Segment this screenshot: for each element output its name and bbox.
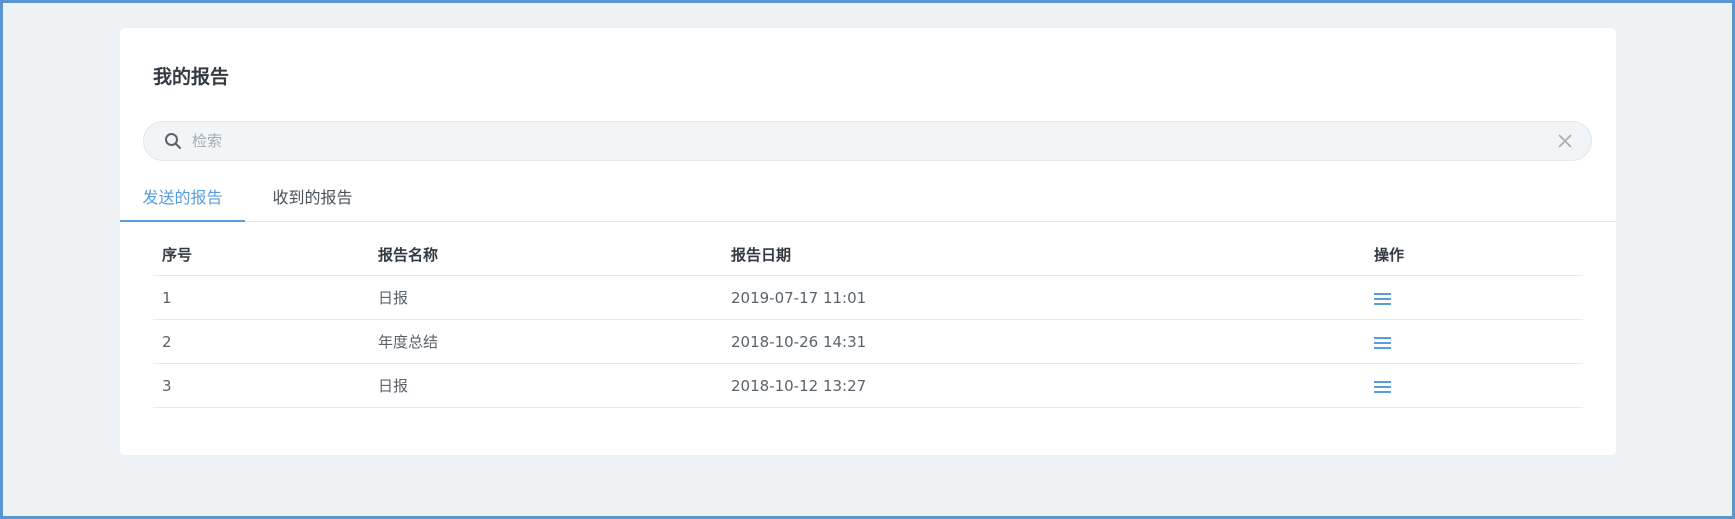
table-row: 1 日报 2019-07-17 11:01 xyxy=(153,276,1583,320)
menu-icon[interactable] xyxy=(1374,292,1391,306)
header-actions: 操作 xyxy=(1374,246,1405,264)
reports-card: 我的报告 发送的报告 收到的报告 序号 报告名称 报告日期 操作 1 日报 20… xyxy=(120,28,1616,455)
row-report-date: 2018-10-26 14:31 xyxy=(731,333,867,351)
menu-icon[interactable] xyxy=(1374,336,1391,350)
row-actions xyxy=(1374,276,1391,320)
table-row: 3 日报 2018-10-12 13:27 xyxy=(153,364,1583,408)
row-actions xyxy=(1374,320,1391,364)
header-date: 报告日期 xyxy=(731,246,792,264)
row-report-name: 日报 xyxy=(378,377,409,395)
tab-received-reports[interactable]: 收到的报告 xyxy=(250,178,375,222)
row-report-name: 年度总结 xyxy=(378,333,439,351)
header-index: 序号 xyxy=(162,246,193,264)
header-name: 报告名称 xyxy=(378,246,439,264)
row-report-name: 日报 xyxy=(378,289,409,307)
row-index: 3 xyxy=(162,377,172,395)
table-header-row: 序号 报告名称 报告日期 操作 xyxy=(153,234,1583,276)
row-index: 1 xyxy=(162,289,172,307)
row-index: 2 xyxy=(162,333,172,351)
reports-table: 序号 报告名称 报告日期 操作 1 日报 2019-07-17 11:01 2 … xyxy=(153,234,1583,408)
row-report-date: 2019-07-17 11:01 xyxy=(731,289,867,307)
close-icon[interactable] xyxy=(1557,133,1573,149)
tab-sent-reports[interactable]: 发送的报告 xyxy=(120,178,245,222)
search-icon xyxy=(165,133,181,149)
search-bar xyxy=(143,121,1592,161)
page-title: 我的报告 xyxy=(153,66,230,88)
search-input[interactable] xyxy=(192,122,1532,160)
row-report-date: 2018-10-12 13:27 xyxy=(731,377,867,395)
report-tabs: 发送的报告 收到的报告 xyxy=(120,178,1616,222)
table-row: 2 年度总结 2018-10-26 14:31 xyxy=(153,320,1583,364)
menu-icon[interactable] xyxy=(1374,380,1391,394)
row-actions xyxy=(1374,364,1391,408)
